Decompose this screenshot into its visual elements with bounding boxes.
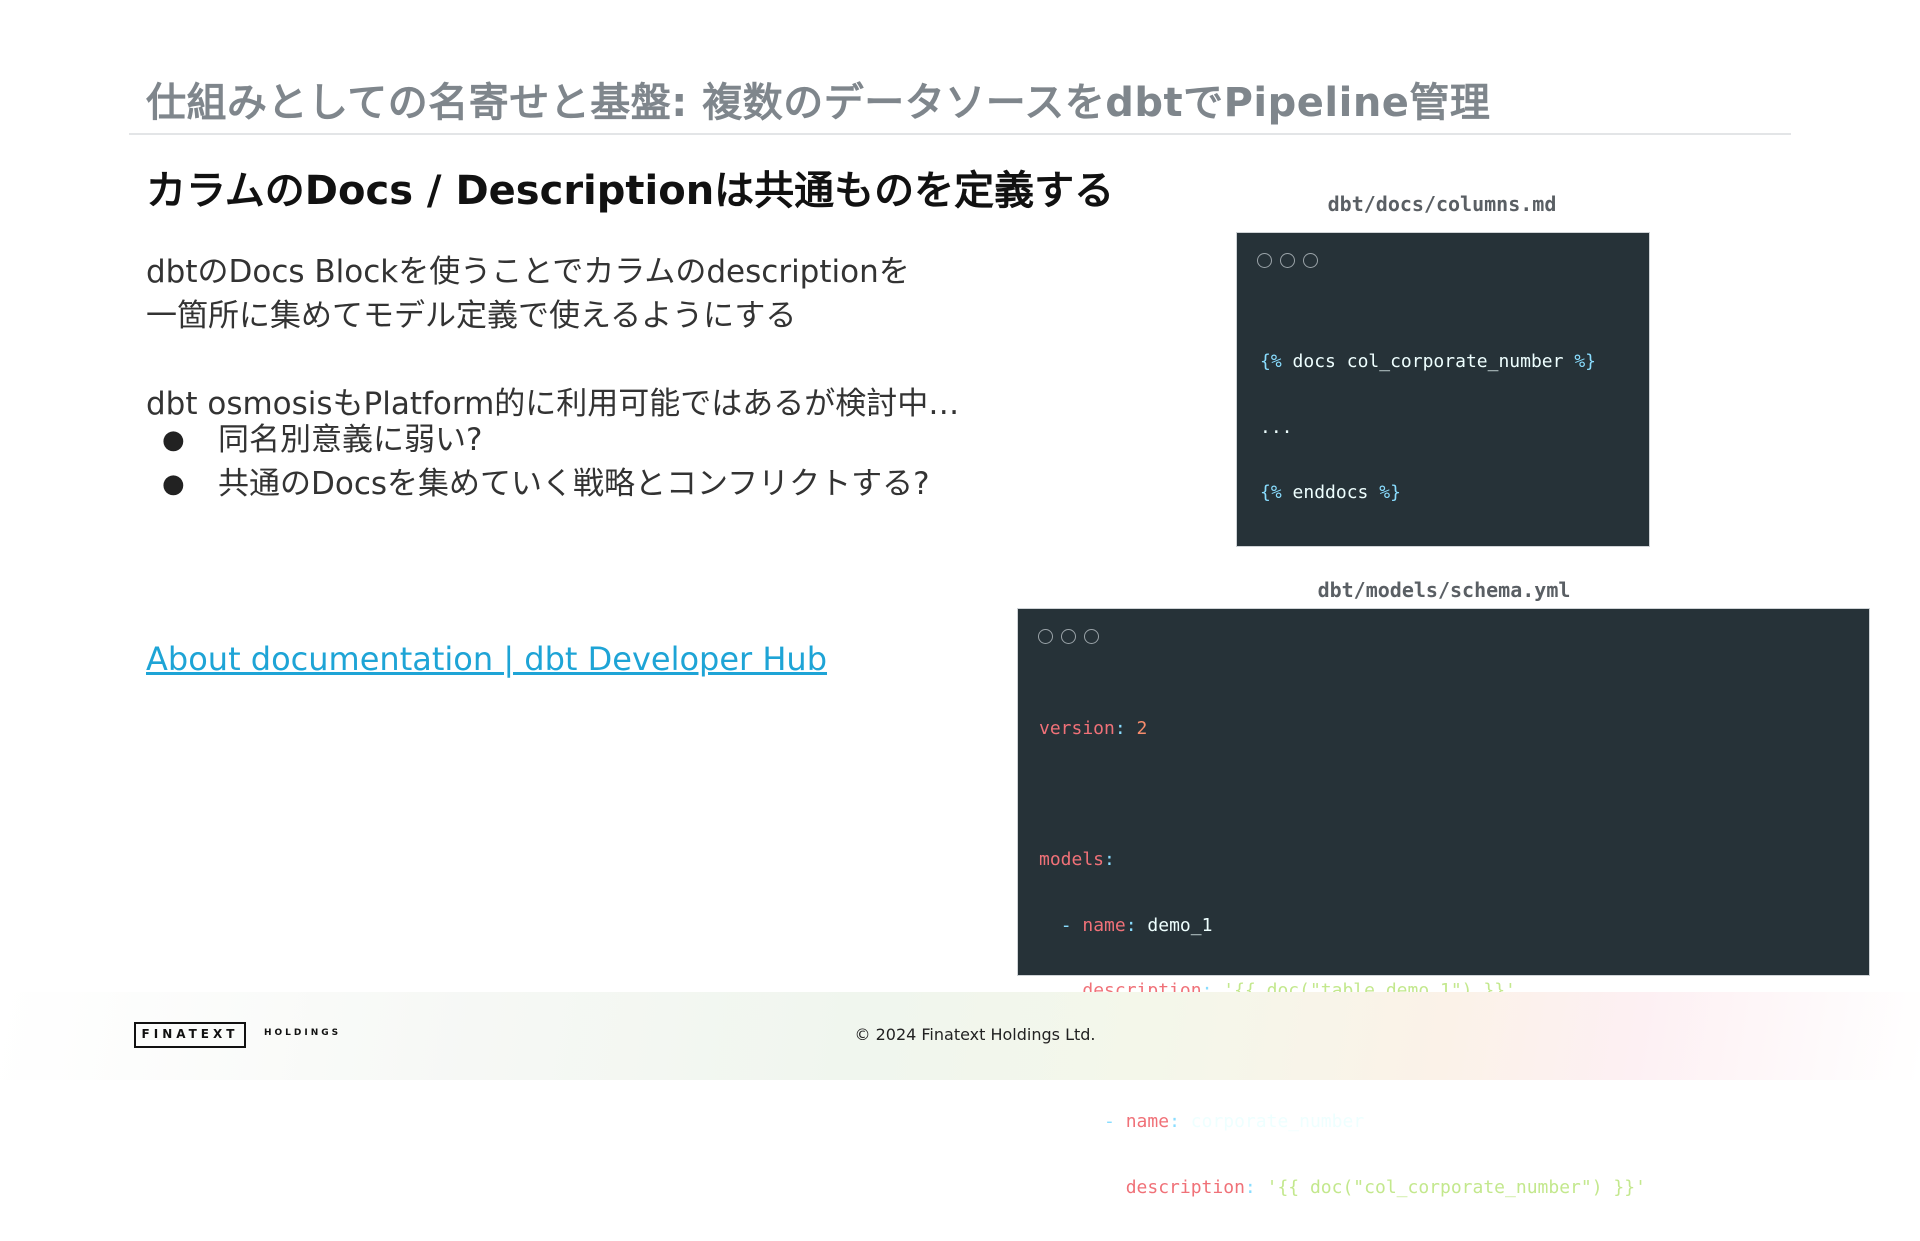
code-line: - name: corporate_number	[1104, 1111, 1365, 1132]
bullet-marker: ●	[162, 469, 185, 499]
window-dot-icon	[1061, 629, 1076, 644]
code-line: {% docs col_corporate_number %}	[1260, 351, 1597, 372]
window-dot-icon	[1280, 253, 1295, 268]
filename-label: dbt/docs/columns.md	[1327, 192, 1557, 216]
code-line: version: 2	[1039, 718, 1148, 739]
code-line: models:	[1039, 849, 1115, 870]
bullet-marker: ●	[162, 425, 185, 455]
filename-label: dbt/models/schema.yml	[1317, 578, 1571, 602]
list-item-text: 同名別意義に弱い?	[218, 422, 483, 458]
section-heading: カラムのDocs / Descriptionは共通ものを定義する	[146, 168, 1115, 214]
code-line: ...	[1260, 416, 1293, 438]
window-dot-icon	[1084, 629, 1099, 644]
paragraph-line: dbtのDocs Blockを使うことでカラムのdescriptionを	[146, 254, 910, 290]
dbt-docs-link[interactable]: About documentation | dbt Developer Hub	[146, 640, 827, 678]
code-line: {% enddocs %}	[1260, 482, 1401, 503]
code-line: description: '{{ doc("col_corporate_numb…	[1125, 1176, 1646, 1198]
code-window-docs: {% docs col_corporate_number %} ... {% e…	[1236, 232, 1650, 838]
window-dot-icon	[1257, 253, 1272, 268]
window-controls	[1038, 629, 1107, 648]
copyright-text: © 2024 Finatext Holdings Ltd.	[854, 1025, 1096, 1044]
slide-title: 仕組みとしての名寄せと基盤: 複数のデータソースをdbtでPipeline管理	[146, 80, 1491, 126]
paragraph-osmosis: dbt osmosisもPlatform的に利用可能ではあるが検討中…	[146, 386, 960, 422]
title-divider	[129, 133, 1791, 135]
window-controls	[1257, 253, 1326, 272]
window-dot-icon	[1303, 253, 1318, 268]
code-line: - name: demo_1	[1060, 914, 1213, 936]
code-block: version: 2 models: - name: demo_1 descri…	[1039, 675, 1646, 1241]
window-dot-icon	[1038, 629, 1053, 644]
paragraph-line: 一箇所に集めてモデル定義で使えるようにする	[146, 298, 797, 334]
list-item-text: 共通のDocsを集めていく戦略とコンフリクトする?	[218, 466, 930, 502]
code-window-schema: version: 2 models: - name: demo_1 descri…	[1017, 608, 1870, 1198]
